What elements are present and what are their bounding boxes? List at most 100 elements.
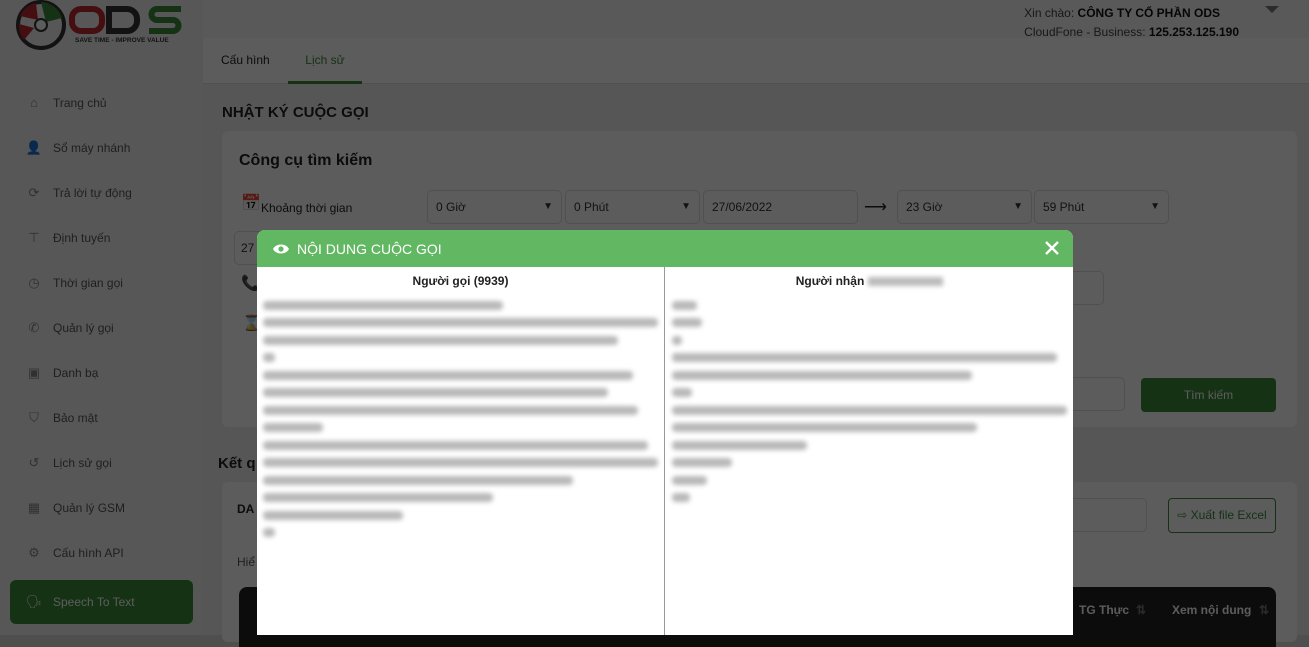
sidebar: SAVE TIME - IMPROVE VALUE ⌂ Trang chủ 👤 Sổ …	[0, 0, 203, 635]
calendar-icon: 📅	[241, 195, 261, 212]
column-tg-thuc[interactable]: TG Thực	[1079, 603, 1129, 617]
sidebar-item-speech-to-text[interactable]: 🗣 Speech To Text	[10, 580, 193, 624]
redacted-transcript-line	[672, 440, 807, 450]
export-label: Xuất file Excel	[1190, 508, 1267, 522]
sidebar-nav: ⌂ Trang chủ 👤 Sổ máy nhánh ⟳ Trả lời tự động ⊤…	[0, 80, 203, 624]
redacted-transcript-line	[263, 458, 658, 467]
sidebar-item-định-tuyến[interactable]: ⊤ Định tuyến	[0, 215, 203, 260]
redacted-transcript-line	[672, 370, 972, 380]
sidebar-item-quản-lý-gsm[interactable]: ▦ Quản lý GSM	[0, 485, 203, 530]
column-xem-noi-dung[interactable]: Xem nội dung	[1172, 603, 1251, 617]
redacted-transcript-line	[263, 440, 648, 450]
sort-icon[interactable]: ⇅	[1136, 603, 1146, 617]
sidebar-item-label: Thời gian gọi	[53, 275, 123, 290]
redacted-transcript-line	[672, 353, 1057, 362]
to-date-value: 27/06/2022	[712, 200, 773, 214]
tab-lich-su[interactable]: Lịch sử	[288, 38, 362, 84]
sidebar-item-label: Trang chủ	[53, 95, 107, 110]
sidebar-item-label: Định tuyến	[53, 230, 111, 245]
redacted-transcript-line	[263, 318, 658, 327]
sidebar-item-sổ-máy-nhánh[interactable]: 👤 Sổ máy nhánh	[0, 125, 203, 170]
sidebar-item-label: Trả lời tự động	[53, 185, 132, 200]
call-content-modal: NỘI DUNG CUỘC GỌI Người gọi (9939) Người…	[257, 230, 1073, 635]
to-hour-select[interactable]: 23 Giờ ▼	[897, 190, 1032, 224]
account-info[interactable]: Xin chào: CÔNG TY CỔ PHẦN ODS CloudFone …	[1024, 4, 1239, 42]
company-name: CÔNG TY CỔ PHẦN ODS	[1077, 6, 1221, 20]
home-icon: ⌂	[30, 95, 38, 110]
tab-bar: Cấu hình Lịch sử	[203, 38, 1309, 84]
modal-header: NỘI DUNG CUỘC GỌI	[257, 230, 1073, 267]
to-minute-select[interactable]: 59 Phút ▼	[1034, 190, 1169, 224]
contacts-icon: ▣	[27, 364, 41, 380]
redacted-transcript-line	[263, 388, 608, 397]
redacted-transcript-line	[263, 353, 275, 362]
top-bar: Xin chào: CÔNG TY CỔ PHẦN ODS CloudFone …	[203, 0, 1309, 39]
plan-label: CloudFone - Business:	[1024, 25, 1146, 39]
redacted-transcript-line	[263, 423, 323, 432]
export-icon: ⇨	[1177, 508, 1188, 522]
user-gear-icon: 👤	[25, 139, 43, 155]
caller-transcript	[257, 300, 664, 537]
show-label: Hiể	[237, 555, 256, 569]
redacted-transcript-line	[672, 423, 977, 432]
redacted-transcript-line	[672, 493, 690, 502]
page-title: NHẬT KÝ CUỘC GỌI	[222, 104, 369, 121]
signpost-icon: ⊤	[28, 229, 40, 245]
sidebar-item-label: Sổ máy nhánh	[53, 140, 131, 155]
redacted-transcript-line	[263, 475, 573, 485]
sidebar-item-thời-gian-gọi[interactable]: ◷ Thời gian gọi	[0, 260, 203, 305]
sidebar-item-label: Lịch sử gọi	[53, 455, 112, 470]
redacted-transcript-line	[263, 300, 503, 310]
shield-icon: ⛉	[29, 409, 39, 425]
speaking-user-icon: 🗣	[25, 594, 43, 609]
export-excel-button[interactable]: ⇨ Xuất file Excel	[1168, 498, 1276, 533]
receiver-label: Người nhận	[795, 274, 865, 288]
redacted-receiver-number	[868, 277, 944, 287]
clock-icon: ◷	[28, 274, 40, 290]
ods-logo[interactable]: SAVE TIME - IMPROVE VALUE	[16, 0, 186, 50]
modal-title: NỘI DUNG CUỘC GỌI	[297, 240, 442, 257]
chevron-down-icon: ▼	[543, 201, 553, 212]
redacted-transcript-line	[263, 493, 493, 502]
sidebar-item-trả-lời-tự-động[interactable]: ⟳ Trả lời tự động	[0, 170, 203, 215]
sidebar-item-lịch-sử-gọi[interactable]: ↺ Lịch sử gọi	[0, 440, 203, 485]
redacted-transcript-line	[672, 318, 702, 327]
from-minute-value: 0 Phút	[574, 200, 609, 214]
chevron-down-icon: ▼	[1150, 201, 1160, 212]
redacted-transcript-line	[672, 335, 682, 345]
greeting-label: Xin chào:	[1024, 6, 1075, 20]
sidebar-item-trang-chủ[interactable]: ⌂ Trang chủ	[0, 80, 203, 125]
sidebar-item-label: Bảo mật	[53, 410, 98, 425]
from-minute-select[interactable]: 0 Phút ▼	[565, 190, 700, 224]
receiver-heading: Người nhận	[666, 274, 1073, 292]
sort-icon[interactable]: ⇅	[1259, 603, 1269, 617]
results-title: Kết q	[218, 455, 256, 472]
redacted-transcript-line	[263, 528, 275, 537]
chevron-down-icon: ▼	[1013, 201, 1023, 212]
redacted-transcript-line	[263, 335, 618, 345]
tab-cau-hinh[interactable]: Cấu hình	[221, 38, 270, 84]
redacted-transcript-line	[672, 388, 692, 397]
search-button[interactable]: Tìm kiếm	[1141, 378, 1276, 412]
gear-icon: ⚙	[28, 544, 40, 560]
ip-address: 125.253.125.190	[1148, 25, 1239, 39]
list-label: DA	[237, 502, 255, 516]
close-icon[interactable]	[1043, 239, 1061, 257]
account-dropdown-icon[interactable]	[1265, 6, 1279, 13]
redacted-transcript-line	[672, 475, 707, 485]
from-hour-value: 0 Giờ	[436, 200, 466, 214]
refresh-icon: ⟳	[28, 184, 40, 200]
sidebar-item-label: Danh bạ	[53, 365, 99, 380]
sidebar-item-bảo-mật[interactable]: ⛉ Bảo mật	[0, 395, 203, 440]
phone-icon: ✆	[28, 319, 40, 335]
redacted-transcript-line	[672, 300, 697, 310]
from-date-value: 27	[241, 241, 255, 255]
sidebar-item-cấu-hình-api[interactable]: ⚙ Cấu hình API	[0, 530, 203, 575]
sidebar-item-quản-lý-gọi[interactable]: ✆ Quản lý gọi	[0, 305, 203, 350]
search-title: Công cụ tìm kiếm	[239, 152, 373, 169]
to-date-input[interactable]: 27/06/2022	[703, 190, 858, 224]
sidebar-item-danh-bạ[interactable]: ▣ Danh bạ	[0, 350, 203, 395]
sidebar-item-label: Speech To Text	[53, 595, 135, 609]
chevron-down-icon: ▼	[681, 201, 691, 212]
from-hour-select[interactable]: 0 Giờ ▼	[427, 190, 562, 224]
